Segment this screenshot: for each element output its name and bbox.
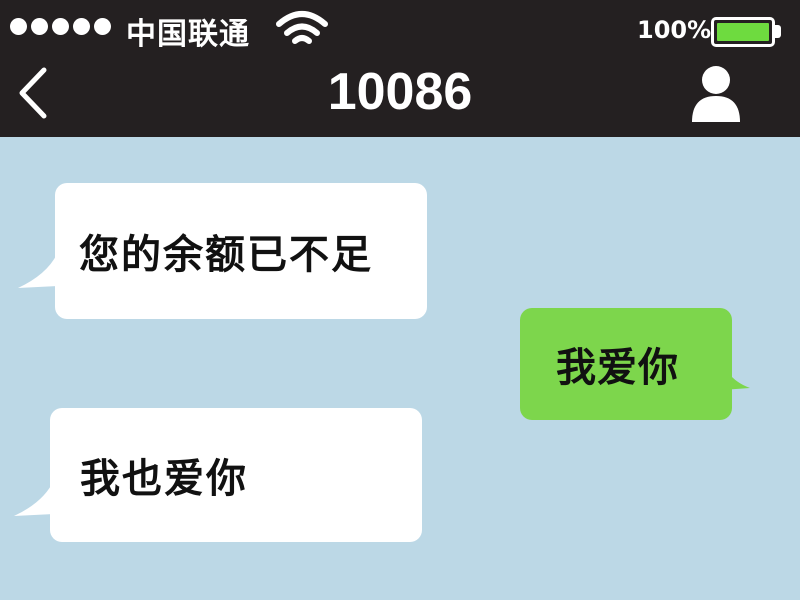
contact-info-button[interactable] bbox=[688, 62, 744, 124]
incoming-message-bubble[interactable]: 您的余额已不足 bbox=[55, 183, 427, 319]
message-text: 我也爱你 bbox=[80, 456, 248, 502]
battery-cap bbox=[775, 25, 781, 38]
message-text: 您的余额已不足 bbox=[79, 232, 373, 278]
signal-dot bbox=[10, 18, 27, 35]
navigation-bar: 10086 bbox=[0, 58, 800, 137]
top-bar: 中国联通 100% 10086 bbox=[0, 0, 800, 137]
conversation-title: 10086 bbox=[327, 63, 473, 121]
message-text: 我爱你 bbox=[556, 345, 679, 391]
bubble-tail bbox=[18, 252, 58, 288]
carrier-name: 中国联通 bbox=[126, 17, 250, 52]
bubble-tail bbox=[722, 360, 750, 390]
battery-level-fill bbox=[717, 23, 769, 41]
bubble-tail bbox=[14, 480, 54, 516]
battery-icon bbox=[711, 17, 775, 47]
wifi-icon bbox=[276, 11, 328, 44]
signal-strength-icon bbox=[10, 18, 111, 35]
signal-dot bbox=[52, 18, 69, 35]
signal-dot bbox=[73, 18, 90, 35]
incoming-message-bubble[interactable]: 我也爱你 bbox=[50, 408, 422, 542]
signal-dot bbox=[31, 18, 48, 35]
signal-dot bbox=[94, 18, 111, 35]
battery-percentage: 100% bbox=[637, 16, 712, 44]
outgoing-message-bubble[interactable]: 我爱你 bbox=[520, 308, 732, 420]
person-icon bbox=[692, 66, 740, 122]
status-bar: 中国联通 100% bbox=[0, 0, 800, 58]
